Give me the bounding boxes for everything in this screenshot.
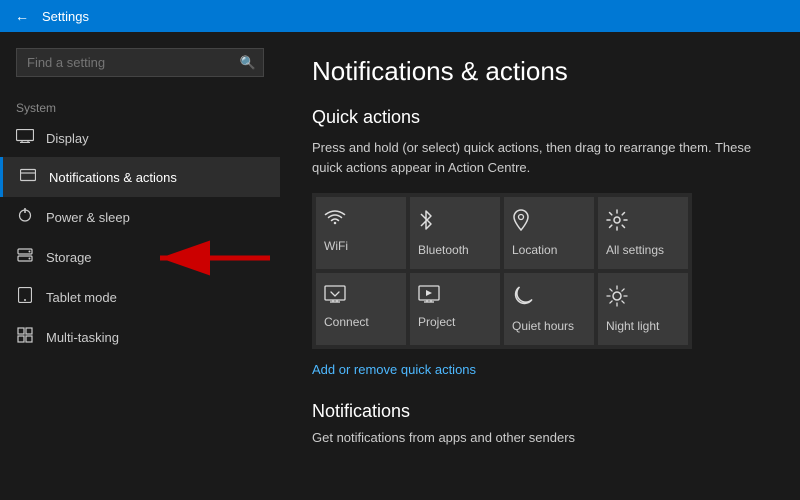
sidebar-item-label: Storage xyxy=(46,250,92,265)
notifications-desc: Get notifications from apps and other se… xyxy=(312,430,768,445)
sidebar-item-tablet[interactable]: Tablet mode xyxy=(0,277,280,317)
sidebar-section-label: System xyxy=(0,93,280,119)
sidebar-item-power[interactable]: Power & sleep xyxy=(0,197,280,237)
qa-tile-night-light[interactable]: Night light xyxy=(598,273,688,345)
qa-tile-connect[interactable]: Connect xyxy=(316,273,406,345)
qa-tile-all-settings[interactable]: All settings xyxy=(598,197,688,269)
app-title: Settings xyxy=(42,9,89,24)
sidebar-item-label: Notifications & actions xyxy=(49,170,177,185)
search-container: 🔍 xyxy=(16,48,264,77)
qa-label-location: Location xyxy=(512,243,557,257)
qa-label-all-settings: All settings xyxy=(606,243,664,257)
qa-label-connect: Connect xyxy=(324,315,369,329)
qa-label-night-light: Night light xyxy=(606,319,659,333)
page-title: Notifications & actions xyxy=(312,56,768,87)
sidebar-item-notifications[interactable]: Notifications & actions xyxy=(0,157,280,197)
sidebar-item-label: Display xyxy=(46,131,89,146)
qa-label-project: Project xyxy=(418,315,455,329)
app-body: 🔍 System Display Notifications xyxy=(0,32,800,500)
sidebar-item-multitasking[interactable]: Multi-tasking xyxy=(0,317,280,357)
qa-label-quiet-hours: Quiet hours xyxy=(512,319,574,333)
qa-label-wifi: WiFi xyxy=(324,239,348,253)
power-icon xyxy=(16,207,34,227)
sidebar-item-storage[interactable]: Storage xyxy=(0,237,280,277)
titlebar: ← Settings xyxy=(0,0,800,32)
add-remove-link[interactable]: Add or remove quick actions xyxy=(312,362,476,377)
search-icon: 🔍 xyxy=(240,55,256,71)
location-icon xyxy=(512,209,530,237)
sidebar-item-display[interactable]: Display xyxy=(0,119,280,157)
qa-tile-quiet-hours[interactable]: Quiet hours xyxy=(504,273,594,345)
sidebar: 🔍 System Display Notifications xyxy=(0,32,280,500)
quick-actions-grid: WiFi Bluetooth Location xyxy=(312,193,692,349)
project-icon xyxy=(418,285,440,309)
storage-icon xyxy=(16,247,34,267)
notifications-title: Notifications xyxy=(312,401,768,422)
qa-tile-wifi[interactable]: WiFi xyxy=(316,197,406,269)
qa-label-bluetooth: Bluetooth xyxy=(418,243,469,257)
tablet-icon xyxy=(16,287,34,307)
display-icon xyxy=(16,129,34,147)
qa-tile-bluetooth[interactable]: Bluetooth xyxy=(410,197,500,269)
qa-tile-location[interactable]: Location xyxy=(504,197,594,269)
bluetooth-icon xyxy=(418,209,434,237)
wifi-icon xyxy=(324,209,346,233)
quiet-hours-icon xyxy=(512,285,534,313)
night-light-icon xyxy=(606,285,628,313)
search-input[interactable] xyxy=(16,48,264,77)
sidebar-item-label: Power & sleep xyxy=(46,210,130,225)
settings-icon xyxy=(606,209,628,237)
content-area: Notifications & actions Quick actions Pr… xyxy=(280,32,800,500)
multitasking-icon xyxy=(16,327,34,347)
quick-actions-title: Quick actions xyxy=(312,107,768,128)
qa-tile-project[interactable]: Project xyxy=(410,273,500,345)
sidebar-item-label: Tablet mode xyxy=(46,290,117,305)
sidebar-item-label: Multi-tasking xyxy=(46,330,119,345)
back-button[interactable]: ← xyxy=(10,4,34,28)
quick-actions-desc: Press and hold (or select) quick actions… xyxy=(312,138,768,177)
connect-icon xyxy=(324,285,346,309)
notifications-icon xyxy=(19,167,37,187)
